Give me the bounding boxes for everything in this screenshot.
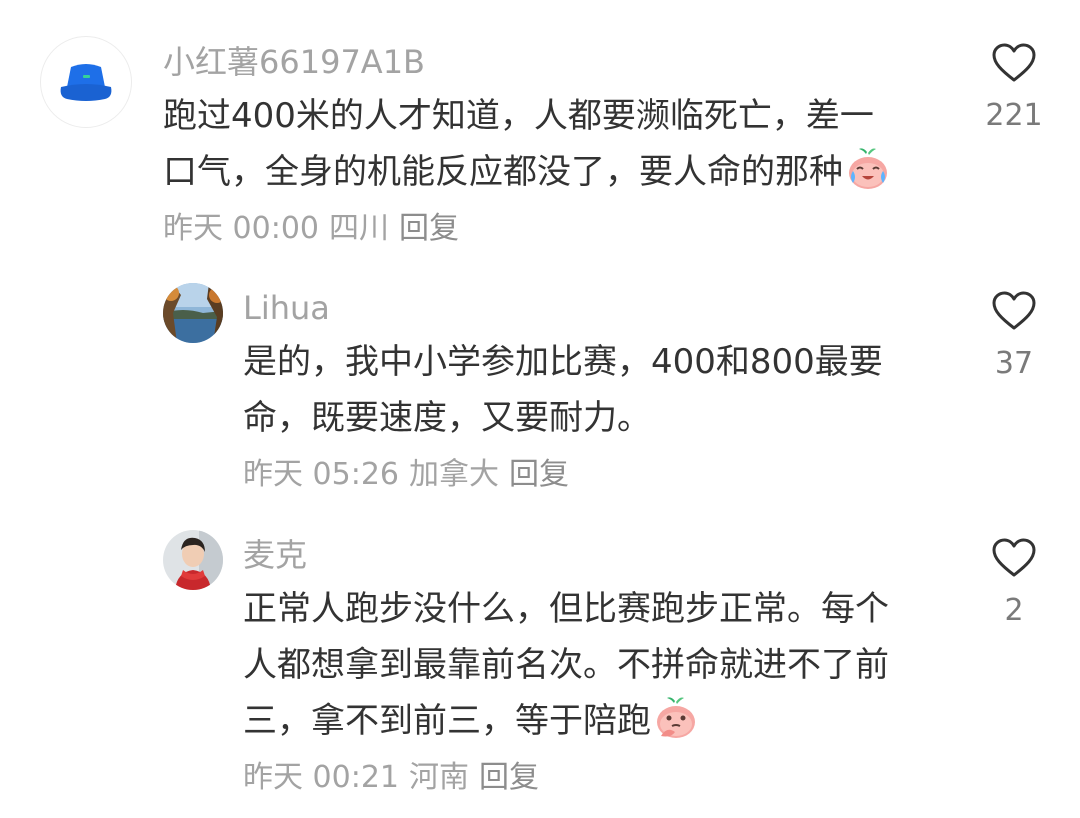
like-count: 37 [994,346,1034,381]
like-control[interactable]: 221 [974,42,1054,134]
like-count: 221 [985,98,1043,133]
comment-time: 昨天 05:26 [243,457,399,492]
comment-line: 人都想拿到最靠前名次。不拼命就进不了前 [243,645,889,685]
comment-meta: 昨天 00:21 河南 回复 [243,759,539,797]
comment-line: 命，既要速度，又要耐力。 [243,398,651,438]
comment-text: 是的，我中小学参加比赛，400和800最要 命，既要速度，又要耐力。 [243,334,883,446]
comment-location: 加拿大 [409,457,499,492]
heart-icon[interactable] [991,42,1037,84]
reply-button[interactable]: 回复 [399,211,459,246]
blue-bucket-hat-icon [60,64,112,101]
comment-line: 三，拿不到前三，等于陪跑 [243,693,889,749]
avatar[interactable] [163,530,223,590]
reply-button[interactable]: 回复 [509,457,569,492]
avatar[interactable] [163,283,223,343]
username[interactable]: 麦克 [243,535,307,575]
comment-text: 正常人跑步没什么，但比赛跑步正常。每个 人都想拿到最靠前名次。不拼命就进不了前 … [243,581,889,749]
comment-location: 河南 [409,760,469,795]
comment-line: 跑过400米的人才知道，人都要濒临死亡，差一 [163,96,874,136]
comment-time: 昨天 00:21 [243,760,399,795]
comment-meta: 昨天 00:00 四川 回复 [163,210,459,248]
comment-time: 昨天 00:00 [163,211,319,246]
username[interactable]: 小红薯66197A1B [163,42,425,82]
like-control[interactable]: 2 [974,537,1054,629]
comment-meta: 昨天 05:26 加拿大 回复 [243,456,569,494]
comment-location: 四川 [329,211,389,246]
like-count: 2 [1004,593,1024,628]
thinking-peach-emoji [653,696,699,740]
like-control[interactable]: 37 [974,290,1054,382]
comment-text: 跑过400米的人才知道，人都要濒临死亡，差一 口气，全身的机能反应都没了，要人命… [163,88,891,200]
reply-button[interactable]: 回复 [479,760,539,795]
username[interactable]: Lihua [243,288,330,328]
heart-icon[interactable] [991,290,1037,332]
person-red-scarf-photo [163,530,223,590]
heart-icon[interactable] [991,537,1037,579]
comment-line: 正常人跑步没什么，但比赛跑步正常。每个 [243,589,889,629]
lake-landscape-photo [163,283,223,343]
avatar[interactable] [40,36,132,128]
crying-laughing-peach-emoji [845,147,891,191]
comment-line: 口气，全身的机能反应都没了，要人命的那种 [163,144,891,200]
comment-line: 是的，我中小学参加比赛，400和800最要 [243,342,883,382]
